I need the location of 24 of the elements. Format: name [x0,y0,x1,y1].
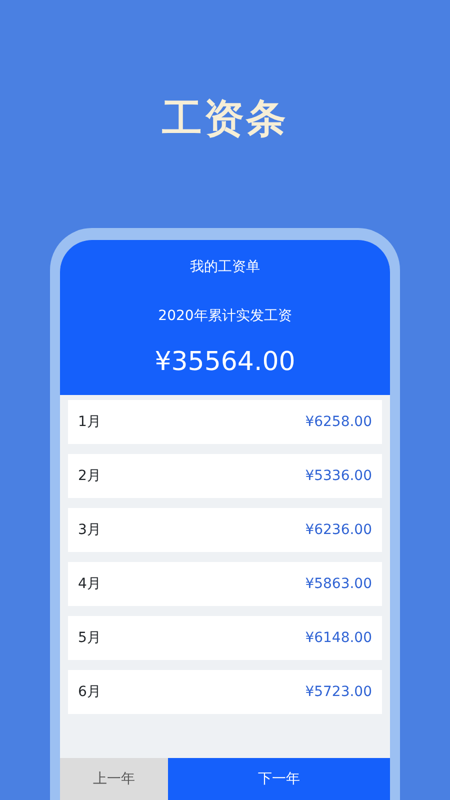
month-amount: ¥5723.00 [305,682,372,702]
month-row[interactable]: 3月 ¥6236.00 [68,508,382,552]
month-label: 1月 [78,412,101,432]
month-amount: ¥6258.00 [305,412,372,432]
month-label: 6月 [78,682,101,702]
summary-label: 2020年累计实发工资 [157,307,293,326]
previous-year-button[interactable]: 上一年 [60,758,168,800]
month-row[interactable]: 4月 ¥5863.00 [68,562,382,606]
headline: 工资条 [161,95,289,144]
month-row[interactable]: 1月 ¥6258.00 [68,400,382,444]
next-year-button[interactable]: 下一年 [168,758,390,800]
month-amount: ¥6148.00 [305,628,372,648]
summary-amount: ¥35564.00 [154,346,296,379]
month-row[interactable]: 2月 ¥5336.00 [68,454,382,498]
month-label: 2月 [78,466,101,486]
month-row[interactable]: 5月 ¥6148.00 [68,616,382,660]
month-label: 3月 [78,520,101,540]
month-row[interactable]: 6月 ¥5723.00 [68,670,382,714]
month-amount: ¥5863.00 [305,574,372,594]
month-label: 5月 [78,628,101,648]
month-amount: ¥6236.00 [305,520,372,540]
screen-title: 我的工资单 [189,258,261,277]
month-label: 4月 [78,574,101,594]
month-amount: ¥5336.00 [305,466,372,486]
